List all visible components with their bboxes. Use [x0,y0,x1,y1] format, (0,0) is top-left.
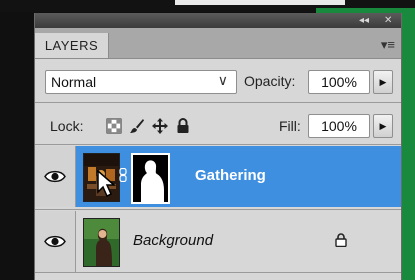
lock-label: Lock: [50,118,84,134]
visibility-toggle[interactable] [35,146,76,207]
layer-row-gathering[interactable]: Gathering [35,146,401,207]
layers-panel: ◂◂ ✕ LAYERS ▾≡ Normal ∨ Opacity: 100% ▶ … [34,13,402,280]
background-menu-fragment [175,0,345,5]
divider [35,144,401,145]
lock-icon [335,233,347,247]
fill-label: Fill: [279,118,301,134]
opacity-slider-button[interactable]: ▶ [373,70,393,94]
panel-titlebar: ◂◂ ✕ [35,13,401,28]
opacity-field[interactable]: 100% [308,70,370,94]
mouse-pointer-icon [97,170,116,198]
panel-menu-icon[interactable]: ▾≡ [381,37,395,53]
opacity-label: Opacity: [244,73,296,89]
divider [35,272,401,273]
lock-image-pixels-brush-icon[interactable] [129,118,145,134]
lock-all-icon[interactable] [175,118,191,134]
layer-name: Background [133,232,214,249]
layer-mask-thumbnail[interactable] [131,153,170,204]
fill-field[interactable]: 100% [308,114,370,138]
divider [35,209,401,210]
tab-layers[interactable]: LAYERS [35,33,109,58]
layer-name: Gathering [195,167,266,184]
fill-slider-button[interactable]: ▶ [373,114,393,138]
close-panel-button[interactable]: ✕ [384,14,392,27]
blend-mode-value: Normal [51,74,97,90]
layer-row-background[interactable]: Background [35,211,401,272]
visibility-toggle[interactable] [35,211,76,272]
chevron-down-icon: ∨ [217,72,228,88]
blend-mode-select[interactable]: Normal ∨ [45,70,237,94]
lock-position-move-icon[interactable] [152,118,168,134]
eye-icon [44,235,66,248]
layer-thumbnail [83,218,120,267]
eye-icon [44,170,66,183]
collapse-panel-button[interactable]: ◂◂ [359,14,369,27]
panel-tab-row: LAYERS ▾≡ [35,28,401,59]
mask-link-icon[interactable] [119,168,127,182]
lock-transparent-pixels-icon[interactable] [106,118,122,134]
divider [35,102,401,103]
